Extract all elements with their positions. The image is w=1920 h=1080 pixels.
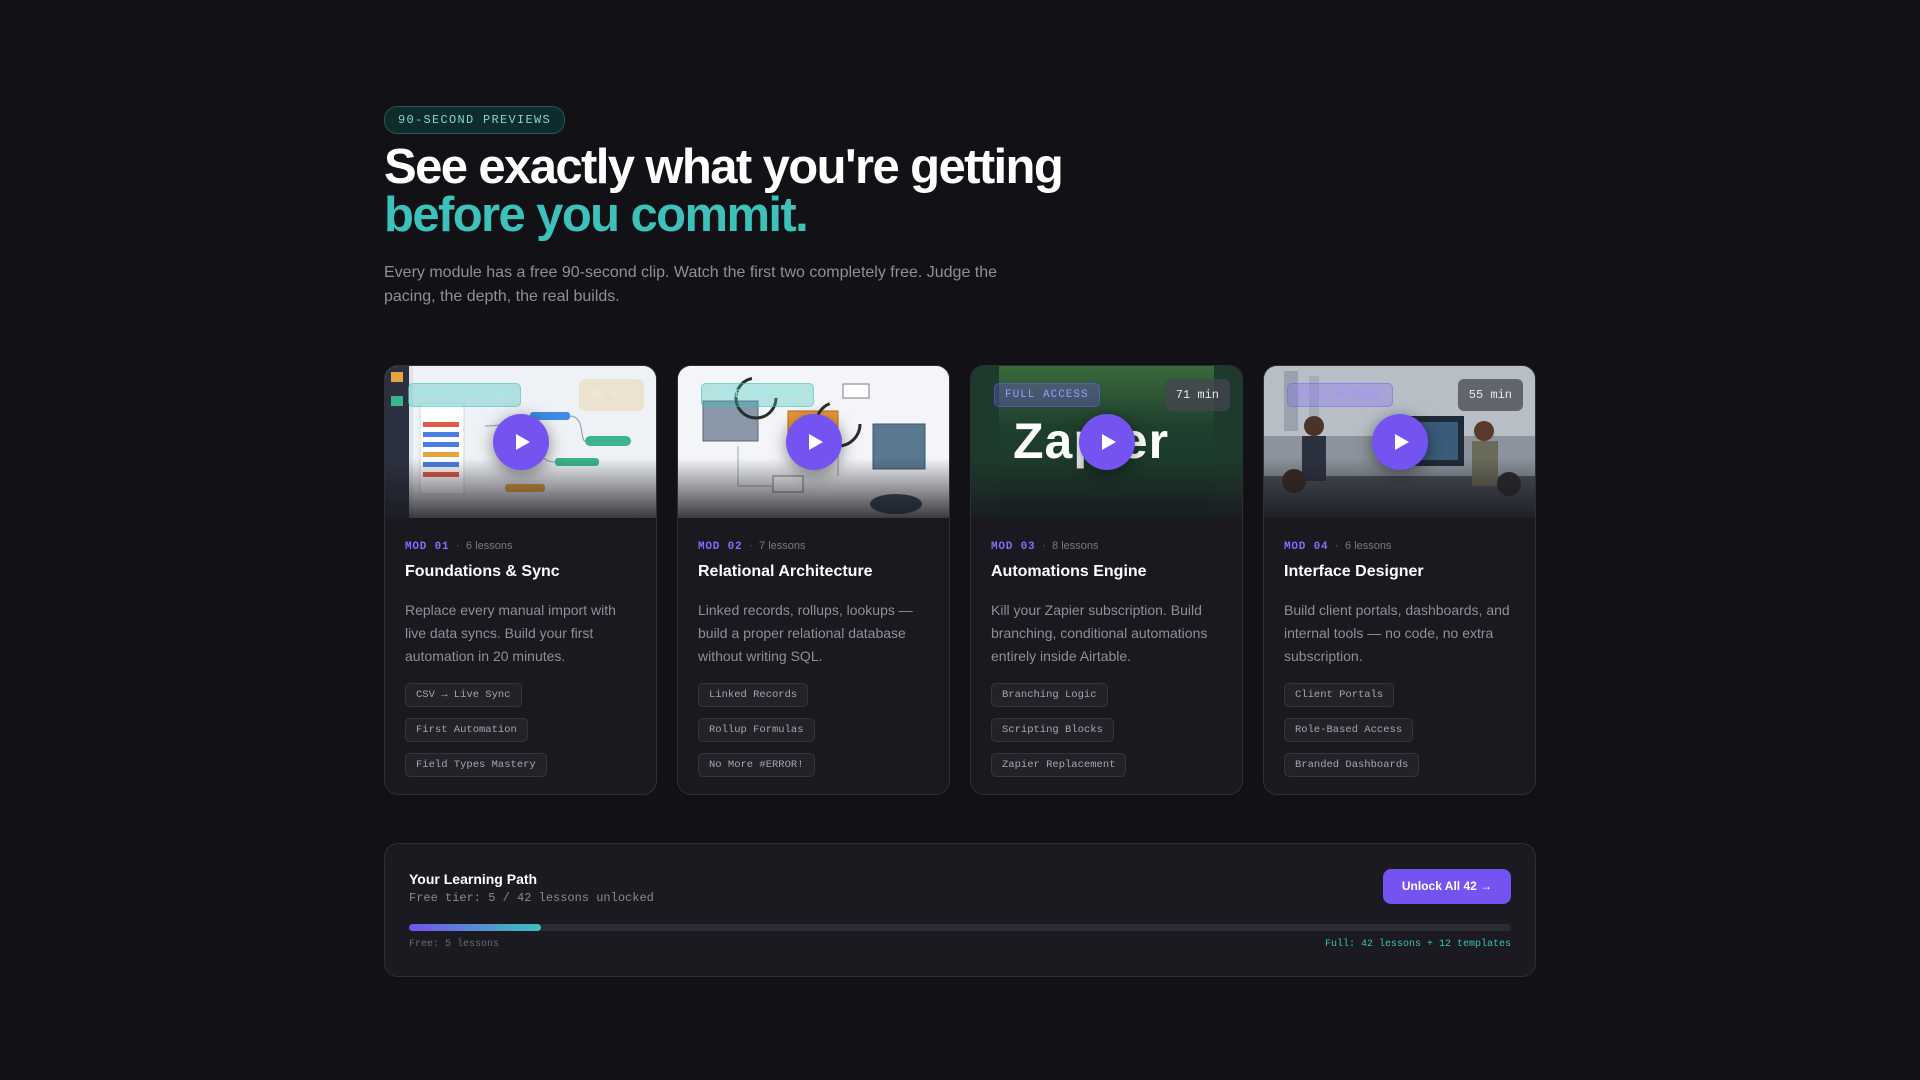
full-access-badge: FULL ACCESS: [1287, 383, 1393, 407]
page-title: See exactly what you're getting before y…: [384, 140, 1284, 242]
topic-tag: Branching Logic: [991, 683, 1108, 707]
topic-tag: Linked Records: [698, 683, 809, 707]
dot-separator: ·: [1333, 541, 1341, 553]
play-button[interactable]: [785, 414, 842, 470]
dot-separator: ·: [747, 541, 755, 553]
full-access-badge: FULL ACCESS: [994, 383, 1100, 407]
lesson-count: 8 lessons: [1052, 540, 1099, 552]
topic-tags: Branching Logic Scripting Blocks Zapier …: [991, 683, 1222, 788]
module-card-3[interactable]: Zapier FULL ACCESS 71 min MOD 03 · 8 lesso…: [970, 365, 1243, 795]
free-preview-badge: FREE PREVIEW: [701, 383, 815, 407]
topic-tag: Field Types Mastery: [405, 753, 547, 777]
progress-fill: [409, 924, 542, 931]
topic-tag: First Automation: [405, 718, 528, 742]
module-card-1[interactable]: FREE PREVIEW 48 min MOD 01 · 6 lessons Fou…: [384, 365, 657, 795]
topic-tag: Client Portals: [1284, 683, 1395, 707]
dot-separator: ·: [454, 541, 462, 553]
module-title: Automations Engine: [991, 563, 1147, 580]
module-description: Build client portals, dashboards, and in…: [1284, 602, 1510, 664]
topic-tags: Linked Records Rollup Formulas No More #…: [698, 683, 929, 788]
module-meta: MOD 04 · 6 lessons: [1284, 538, 1515, 554]
module-number: MOD 01: [405, 541, 450, 553]
module-title: Foundations & Sync: [405, 563, 560, 580]
module-meta: MOD 02 · 7 lessons: [698, 538, 929, 554]
section-badge: 90-SECOND PREVIEWS: [384, 106, 566, 134]
learning-path-panel: Your Learning Path Free tier: 5 / 42 les…: [384, 843, 1536, 977]
module-description: Linked records, rollups, lookups — build…: [698, 602, 913, 664]
video-thumbnail[interactable]: FULL ACCESS 55 min: [1264, 366, 1535, 518]
duration-badge: 71 min: [1164, 379, 1230, 411]
module-meta: MOD 03 · 8 lessons: [991, 538, 1222, 554]
module-description: Kill your Zapier subscription. Build bra…: [991, 602, 1208, 664]
duration-badge: 55 min: [1457, 379, 1523, 411]
topic-tags: Client Portals Role-Based Access Branded…: [1284, 683, 1515, 788]
lesson-count: 7 lessons: [759, 540, 806, 552]
topic-tag: Role-Based Access: [1284, 718, 1414, 742]
video-thumbnail[interactable]: FREE PREVIEW: [678, 366, 949, 518]
module-description: Replace every manual import with live da…: [405, 602, 616, 664]
full-tier-label: Full: 42 lessons + 12 templates: [1324, 939, 1511, 950]
video-thumbnail[interactable]: FREE PREVIEW 48 min: [385, 366, 656, 518]
module-meta: MOD 01 · 6 lessons: [405, 538, 636, 554]
progress-track: [409, 924, 1511, 931]
module-title: Interface Designer: [1284, 563, 1424, 580]
topic-tag: No More #ERROR!: [698, 753, 815, 777]
module-number: MOD 04: [1284, 541, 1329, 553]
topic-tags: CSV → Live Sync First Automation Field T…: [405, 683, 636, 788]
free-preview-badge: FREE PREVIEW: [408, 383, 522, 407]
lesson-count: 6 lessons: [466, 540, 513, 552]
module-number: MOD 02: [698, 541, 743, 553]
title-line-2: before you commit.: [384, 188, 809, 242]
module-card-2[interactable]: FREE PREVIEW MOD 02 · 7 lessons Relational…: [677, 365, 950, 795]
play-button[interactable]: [1078, 414, 1135, 470]
video-thumbnail[interactable]: Zapier FULL ACCESS 71 min: [971, 366, 1242, 518]
learning-path-title: Your Learning Path: [409, 871, 538, 887]
unlock-all-button[interactable]: Unlock All 42 →: [1383, 869, 1511, 904]
module-title: Relational Architecture: [698, 563, 873, 580]
topic-tag: CSV → Live Sync: [405, 683, 522, 707]
module-card-4[interactable]: FULL ACCESS 55 min MOD 04 · 6 lessons Inte…: [1263, 365, 1536, 795]
play-button[interactable]: [1371, 414, 1428, 470]
topic-tag: Scripting Blocks: [991, 718, 1114, 742]
module-cards: FREE PREVIEW 48 min MOD 01 · 6 lessons Fou…: [384, 365, 1536, 795]
module-number: MOD 03: [991, 541, 1036, 553]
duration-badge: 48 min: [578, 379, 644, 411]
topic-tag: Zapier Replacement: [991, 753, 1127, 777]
topic-tag: Rollup Formulas: [698, 718, 815, 742]
lesson-count: 6 lessons: [1345, 540, 1392, 552]
topic-tag: Branded Dashboards: [1284, 753, 1420, 777]
play-button[interactable]: [492, 414, 549, 470]
page-subtitle: Every module has a free 90-second clip. …: [384, 264, 998, 305]
title-line-1: See exactly what you're getting: [384, 140, 1064, 194]
free-tier-label: Free: 5 lessons: [409, 939, 500, 950]
unlock-status: Free tier: 5 / 42 lessons unlocked: [409, 891, 654, 905]
dot-separator: ·: [1040, 541, 1048, 553]
